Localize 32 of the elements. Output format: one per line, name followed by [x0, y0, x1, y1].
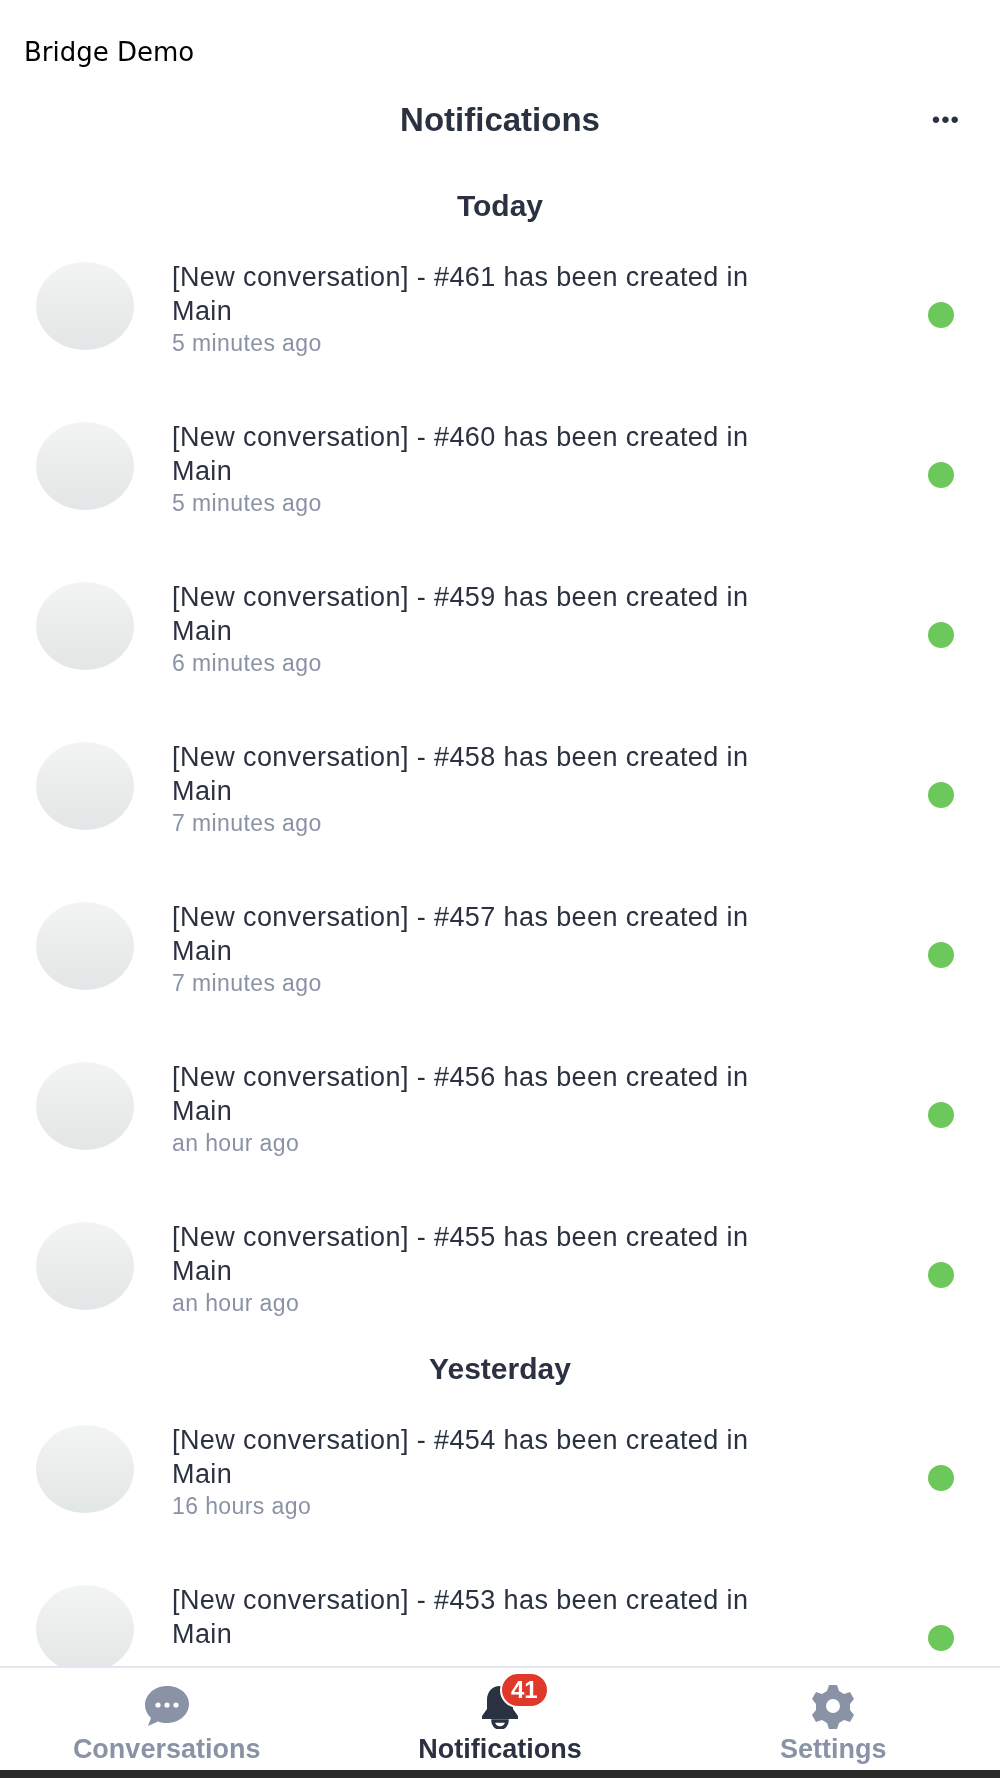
notification-time: 6 minutes ago	[172, 649, 323, 678]
notification-item[interactable]: [New conversation] - #458 has been created in Main 7 minutes ago	[0, 740, 1000, 838]
notification-item[interactable]: [New conversation] - #461 has been created in Main 5 minutes ago	[0, 260, 1000, 358]
more-menu-button[interactable]: •••	[931, 102, 960, 138]
section-heading: Today	[455, 188, 545, 224]
notification-text: [New conversation] - #455 has been created in Main	[172, 1221, 750, 1288]
page-title: Notifications	[400, 101, 600, 139]
notification-text: [New conversation] - #456 has been created in Main	[172, 1061, 750, 1128]
app-title: Bridge Demo	[24, 37, 195, 67]
count-badge: 41	[500, 1672, 549, 1708]
notification-time: 7 minutes ago	[172, 969, 323, 998]
notification-time: 5 minutes ago	[172, 329, 323, 358]
notification-time: an hour ago	[172, 1289, 301, 1318]
tab[interactable]: 41 Notifications	[333, 1668, 667, 1770]
notification-item[interactable]: [New conversation] - #456 has been created in Main an hour ago	[0, 1060, 1000, 1158]
notification-time: 16 hours ago	[172, 1492, 313, 1521]
notification-text: [New conversation] - #461 has been created in Main	[172, 261, 750, 328]
notification-item[interactable]: [New conversation] - #459 has been created in Main 6 minutes ago	[0, 580, 1000, 678]
notification-text: [New conversation] - #453 has been created in Main	[172, 1584, 750, 1651]
notification-item[interactable]: [New conversation] - #460 has been created in Main 5 minutes ago	[0, 420, 1000, 518]
notification-text: [New conversation] - #458 has been created in Main	[172, 741, 750, 808]
notification-item[interactable]: [New conversation] - #454 has been created in Main 16 hours ago	[0, 1423, 1000, 1521]
notification-text: [New conversation] - #459 has been created in Main	[172, 581, 750, 648]
notification-time: 7 minutes ago	[172, 809, 323, 838]
notification-text: [New conversation] - #460 has been created in Main	[172, 421, 750, 488]
notification-item[interactable]: [New conversation] - #457 has been created in Main 7 minutes ago	[0, 900, 1000, 998]
notification-text: [New conversation] - #454 has been created in Main	[172, 1424, 750, 1491]
notification-text: [New conversation] - #457 has been created in Main	[172, 901, 750, 968]
notification-time: 5 minutes ago	[172, 489, 323, 518]
notification-time: an hour ago	[172, 1129, 301, 1158]
notification-item[interactable]: [New conversation] - #455 has been created in Main an hour ago	[0, 1220, 1000, 1318]
section-heading: Yesterday	[428, 1351, 572, 1387]
